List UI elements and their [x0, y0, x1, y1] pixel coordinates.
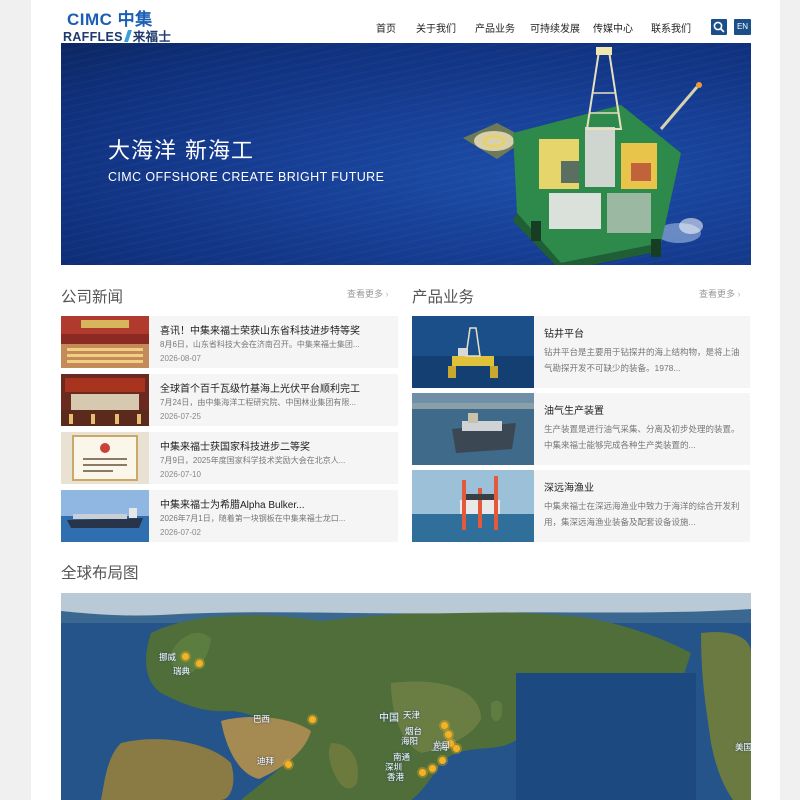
bulk-carrier-image — [61, 490, 149, 542]
news-date: 2026-07-02 — [160, 528, 201, 537]
map-marker-norway[interactable] — [182, 653, 189, 660]
global-section-title: 全球布局图 — [61, 565, 139, 582]
product-thumbnail — [412, 470, 534, 542]
news-summary: 2026年7月1日，随着第一块钢板在中集来福士龙口... — [160, 514, 346, 523]
banner-subtitle: CIMC OFFSHORE CREATE BRIGHT FUTURE — [108, 170, 385, 184]
news-title: 喜讯！中集来福士荣获山东省科技进步特等奖 — [160, 326, 360, 337]
chevron-right-icon: › — [385, 289, 389, 299]
product-description: 中集来福士在深远海渔业中致力于海洋的综合开发利用，集深远海渔业装备及配套设备设施… — [544, 501, 740, 527]
fishery-platform-image — [412, 470, 534, 542]
product-thumbnail — [412, 316, 534, 388]
nav-products[interactable]: 产品业务 — [475, 20, 515, 35]
news-thumbnail — [61, 316, 149, 368]
ceremony-stage-image — [61, 374, 149, 426]
product-title: 深远海渔业 — [544, 483, 594, 494]
news-summary: 8月6日，山东省科技大会在济南召开。中集来福士集团... — [160, 340, 360, 349]
map-label-norway: 挪威 — [159, 652, 177, 662]
map-marker-yantai[interactable] — [445, 731, 452, 738]
map-marker-sweden[interactable] — [196, 660, 203, 667]
news-item[interactable]: 中集来福士获国家科技进步二等奖 7月9日，2025年度国家科学技术奖励大会在北京… — [61, 432, 398, 484]
map-marker-tianjin[interactable] — [441, 722, 448, 729]
map-label-shanghai: 上海 — [431, 742, 449, 752]
language-switch-button[interactable]: EN — [734, 19, 751, 35]
product-item[interactable]: 钻井平台 钻井平台是主要用于钻探井的海上结构物，是将上油气勘探开发不可缺少的装备… — [412, 316, 750, 388]
news-title: 中集来福士获国家科技进步二等奖 — [160, 442, 310, 453]
news-date: 2026-07-10 — [160, 470, 201, 479]
news-date: 2026-08-07 — [160, 354, 201, 363]
news-more-label: 查看更多 — [347, 289, 384, 299]
news-thumbnail — [61, 490, 149, 542]
search-icon — [713, 21, 725, 33]
award-certificate-image — [61, 432, 149, 484]
news-section-title: 公司新闻 — [61, 289, 124, 306]
map-label-tianjin: 天津 — [403, 710, 421, 720]
news-date: 2026-07-25 — [160, 412, 201, 421]
world-map[interactable]: 挪威 瑞典 中国 天津 烟台 海阳 龙口 上海 南通 深圳 香港 迪拜 巴西 美… — [61, 593, 751, 800]
conference-hall-image — [61, 316, 149, 368]
product-description: 钻井平台是主要用于钻探井的海上结构物，是将上油气勘探开发不可缺少的装备。1978… — [544, 347, 740, 373]
map-marker-nantong[interactable] — [439, 757, 446, 764]
news-title: 全球首个百千瓦级竹基海上光伏平台顺利完工 — [160, 384, 360, 395]
nav-media[interactable]: 传媒中心 — [593, 20, 633, 35]
products-section-title: 产品业务 — [412, 289, 475, 306]
product-item[interactable]: 油气生产装置 生产装置是进行油气采集、分离及初步处理的装置。中集来福士能够完成各… — [412, 393, 750, 465]
news-item[interactable]: 喜讯！中集来福士荣获山东省科技进步特等奖 8月6日，山东省科技大会在济南召开。中… — [61, 316, 398, 368]
news-item[interactable]: 全球首个百千瓦级竹基海上光伏平台顺利完工 7月24日，由中集海洋工程研究院、中国… — [61, 374, 398, 426]
products-more-link[interactable]: 查看更多 › — [699, 287, 741, 300]
production-vessel-image — [412, 393, 534, 465]
logo-raffles-cn: 来福士 — [132, 30, 172, 44]
nav-home[interactable]: 首页 — [376, 20, 396, 35]
search-button[interactable] — [711, 19, 727, 35]
product-thumbnail — [412, 393, 534, 465]
map-label-usa: 美国 — [735, 742, 751, 752]
news-thumbnail — [61, 432, 149, 484]
logo-slash-mark — [123, 30, 132, 42]
map-marker-dubai-south[interactable] — [285, 761, 292, 768]
products-more-label: 查看更多 — [699, 289, 736, 299]
news-thumbnail — [61, 374, 149, 426]
nav-about[interactable]: 关于我们 — [416, 20, 456, 35]
nav-contact[interactable]: 联系我们 — [651, 20, 691, 35]
map-label-china: 中国 — [379, 713, 399, 724]
product-title: 钻井平台 — [544, 329, 584, 340]
drilling-rig-image — [412, 316, 534, 388]
product-description: 生产装置是进行油气采集、分离及初步处理的装置。中集来福士能够完成各种生产类装置的… — [544, 424, 740, 450]
product-item[interactable]: 深远海渔业 中集来福士在深远海渔业中致力于海洋的综合开发利用，集深远海渔业装备及… — [412, 470, 750, 542]
news-item[interactable]: 中集来福士为希腊Alpha Bulker... 2026年7月1日，随着第一块钢… — [61, 490, 398, 542]
news-more-link[interactable]: 查看更多 › — [347, 287, 389, 300]
logo-raffles: RAFFLES — [63, 30, 123, 44]
banner-title: 大海洋 新海工 — [108, 139, 254, 164]
map-label-brazil: 巴西 — [253, 714, 271, 724]
map-label-sweden: 瑞典 — [173, 666, 191, 676]
hero-banner[interactable]: 大海洋 新海工 CIMC OFFSHORE CREATE BRIGHT FUTU… — [61, 43, 751, 265]
page: CIMC 中集 RAFFLES 来福士 首页 关于我们 产品业务 可持续发展 传媒… — [31, 0, 780, 800]
map-label-dubai: 迪拜 — [257, 756, 275, 766]
news-summary: 7月24日，由中集海洋工程研究院、中国林业集团有限... — [160, 398, 357, 407]
nav-sustainability[interactable]: 可持续发展 — [530, 20, 580, 35]
world-map-image — [61, 593, 751, 800]
map-marker-hongkong[interactable] — [419, 769, 426, 776]
map-label-hongkong: 香港 — [387, 772, 405, 782]
map-marker-shenzhen[interactable] — [429, 765, 436, 772]
news-title: 中集来福士为希腊Alpha Bulker... — [160, 500, 305, 511]
cimc-raffles-logo[interactable]: CIMC 中集 RAFFLES 来福士 — [63, 5, 173, 44]
chevron-right-icon: › — [737, 289, 741, 299]
product-title: 油气生产装置 — [544, 406, 604, 417]
news-summary: 7月9日，2025年度国家科学技术奖励大会在北京人... — [160, 456, 346, 465]
map-marker-dubai[interactable] — [309, 716, 316, 723]
map-label-haiyang: 海阳 — [401, 736, 419, 746]
map-marker-shanghai[interactable] — [453, 745, 460, 752]
